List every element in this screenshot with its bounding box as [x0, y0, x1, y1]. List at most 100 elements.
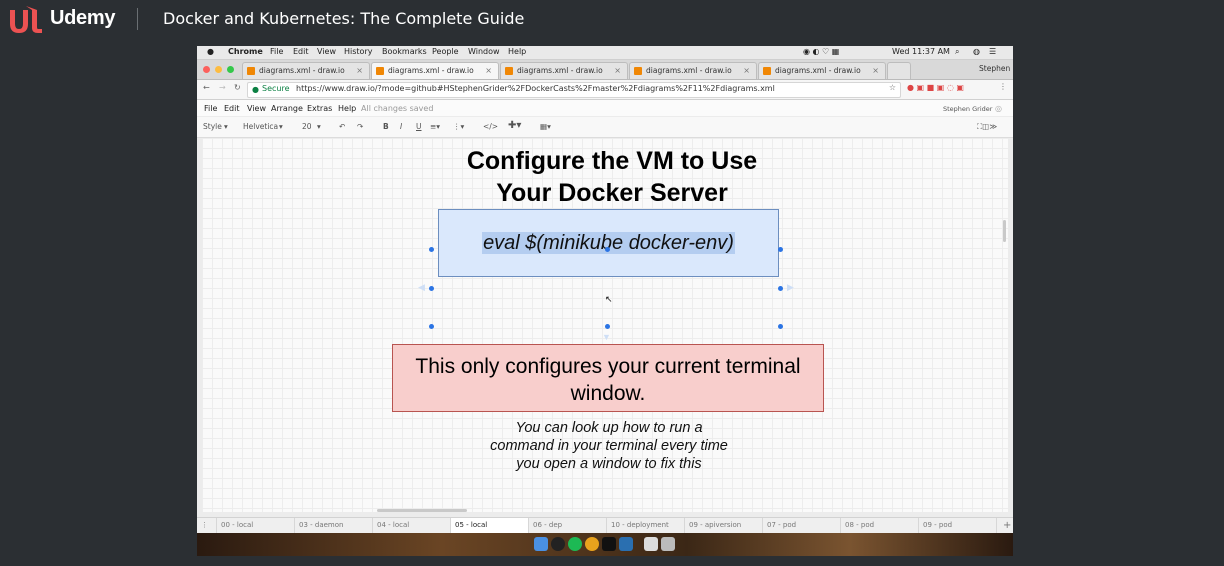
close-window-icon[interactable]	[203, 66, 210, 73]
add-page-icon[interactable]: +	[999, 518, 1013, 533]
resize-handle[interactable]	[429, 324, 434, 329]
apple-icon[interactable]: ●	[207, 47, 214, 56]
resize-handle[interactable]	[605, 247, 610, 252]
drawio-menu-file[interactable]: File	[204, 104, 217, 113]
browser-tab[interactable]: diagrams.xml - draw.io ×	[758, 62, 886, 79]
close-tab-icon[interactable]: ×	[356, 63, 363, 79]
connect-arrow-right-icon[interactable]: ▶	[787, 282, 794, 293]
italic-icon[interactable]: I	[400, 122, 402, 131]
connect-arrow-down-icon[interactable]: ▼	[602, 332, 611, 342]
drawio-menu-arrange[interactable]: Arrange	[271, 104, 303, 113]
mac-clock[interactable]: Wed 11:37 AM	[892, 47, 950, 56]
insert-plus-icon[interactable]: ✚▾	[508, 120, 521, 131]
page-tab[interactable]: 09 - apiversion	[685, 518, 763, 533]
close-tab-icon[interactable]: ×	[872, 63, 879, 79]
pages-menu-icon[interactable]: ⋮	[197, 518, 217, 533]
mac-menu-bookmarks[interactable]: Bookmarks	[382, 47, 427, 56]
terminal-icon[interactable]	[602, 537, 616, 551]
browser-tab-active[interactable]: diagrams.xml - draw.io ×	[371, 62, 499, 79]
documents-icon[interactable]	[644, 537, 658, 551]
udemy-logo-icon[interactable]	[6, 4, 46, 36]
vertical-scrollbar[interactable]	[1003, 220, 1006, 242]
page-tab[interactable]: 04 - local	[373, 518, 451, 533]
vscode-icon[interactable]	[619, 537, 633, 551]
url-text[interactable]: https://www.draw.io/?mode=github#HStephe…	[296, 84, 775, 93]
mac-menu-history[interactable]: History	[344, 47, 372, 56]
page-tab[interactable]: 10 - deployment	[607, 518, 685, 533]
font-size-dropdown[interactable]: 20	[302, 122, 312, 131]
mac-menu-help[interactable]: Help	[508, 47, 526, 56]
browser-tab[interactable]: diagrams.xml - draw.io ×	[629, 62, 757, 79]
udemy-brand[interactable]: Udemy	[50, 7, 116, 30]
mac-menu-edit[interactable]: Edit	[293, 47, 309, 56]
mac-menu-view[interactable]: View	[317, 47, 336, 56]
undo-icon[interactable]: ↶	[339, 122, 345, 131]
page-tab[interactable]: 03 - daemon	[295, 518, 373, 533]
resize-handle[interactable]	[605, 324, 610, 329]
obs-icon[interactable]	[551, 537, 565, 551]
command-shape[interactable]: eval $(minikube docker-env)	[438, 209, 779, 277]
html-icon[interactable]: </>	[483, 122, 498, 131]
bookmark-star-icon[interactable]: ☆	[889, 83, 896, 92]
warning-shape[interactable]: This only configures your current termin…	[392, 344, 824, 412]
status-icons[interactable]: ◉ ◐ ♡ ▦	[803, 47, 839, 56]
resize-handle[interactable]	[429, 286, 434, 291]
resize-handle[interactable]	[429, 247, 434, 252]
vertical-align-icon[interactable]: ⋮▾	[453, 122, 464, 131]
chrome-menu-icon[interactable]: ⋮	[999, 82, 1007, 91]
drawio-menu-view[interactable]: View	[247, 104, 266, 113]
style-dropdown[interactable]: Style	[203, 122, 222, 131]
close-tab-icon[interactable]: ×	[485, 63, 492, 79]
align-icon[interactable]: ≡▾	[430, 122, 440, 131]
siri-icon[interactable]: ◍	[973, 47, 980, 56]
close-tab-icon[interactable]: ×	[614, 63, 621, 79]
back-icon[interactable]: ←	[203, 83, 210, 92]
drawio-menu-extras[interactable]: Extras	[307, 104, 332, 113]
page-tab[interactable]: 08 - pod	[841, 518, 919, 533]
globe-icon[interactable]: ◎	[995, 104, 1002, 113]
browser-tab[interactable]: diagrams.xml - draw.io ×	[500, 62, 628, 79]
bold-icon[interactable]: B	[383, 122, 389, 131]
diagram-title[interactable]: Configure the VM to Use Your Docker Serv…	[432, 145, 792, 209]
page-tab[interactable]: 06 - dep	[529, 518, 607, 533]
drawio-menu-edit[interactable]: Edit	[224, 104, 240, 113]
chrome-profile[interactable]: Stephen	[979, 64, 1010, 73]
resize-handle[interactable]	[778, 286, 783, 291]
finder-icon[interactable]	[534, 537, 548, 551]
spotify-icon[interactable]	[568, 537, 582, 551]
zoom-window-icon[interactable]	[227, 66, 234, 73]
font-dropdown[interactable]: Helvetica	[243, 122, 278, 131]
table-icon[interactable]: ▦▾	[540, 122, 551, 131]
notification-center-icon[interactable]: ☰	[989, 47, 996, 56]
trash-icon[interactable]	[661, 537, 675, 551]
mac-menu-window[interactable]: Window	[468, 47, 500, 56]
mac-menu-file[interactable]: File	[270, 47, 283, 56]
drawio-canvas[interactable]: Configure the VM to Use Your Docker Serv…	[202, 138, 1008, 512]
note-text[interactable]: You can look up how to run a command in …	[484, 419, 734, 473]
browser-tab[interactable]: diagrams.xml - draw.io ×	[242, 62, 370, 79]
connect-arrow-left-icon[interactable]: ◀	[418, 282, 425, 293]
fullscreen-icon[interactable]: ⛶◫≫	[977, 122, 997, 132]
redo-icon[interactable]: ↷	[357, 122, 363, 131]
close-tab-icon[interactable]: ×	[743, 63, 750, 79]
page-tab[interactable]: 00 - local	[217, 518, 295, 533]
reload-icon[interactable]: ↻	[234, 83, 241, 92]
resize-handle[interactable]	[778, 247, 783, 252]
course-title[interactable]: Docker and Kubernetes: The Complete Guid…	[163, 9, 524, 28]
drawio-user[interactable]: Stephen Grider	[943, 105, 992, 113]
page-tab[interactable]: 09 - pod	[919, 518, 997, 533]
extension-icons[interactable]: ● ▣ ■ ▣ ◌ ▣	[907, 83, 964, 92]
horizontal-scrollbar[interactable]	[377, 509, 467, 512]
page-tab-active[interactable]: 05 - local	[451, 518, 529, 533]
resize-handle[interactable]	[778, 324, 783, 329]
underline-icon[interactable]: U	[416, 122, 422, 131]
mac-app-name[interactable]: Chrome	[228, 47, 263, 56]
drawio-menu-help[interactable]: Help	[338, 104, 356, 113]
spotlight-icon[interactable]: ⌕	[955, 47, 959, 57]
mac-menu-people[interactable]: People	[432, 47, 459, 56]
forward-icon[interactable]: →	[219, 83, 226, 92]
address-bar[interactable]: ● Secure https://www.draw.io/?mode=githu…	[247, 82, 901, 98]
new-tab-button[interactable]	[887, 62, 911, 79]
chrome-icon[interactable]	[585, 537, 599, 551]
video-frame[interactable]: ● Chrome File Edit View History Bookmark…	[197, 46, 1013, 556]
